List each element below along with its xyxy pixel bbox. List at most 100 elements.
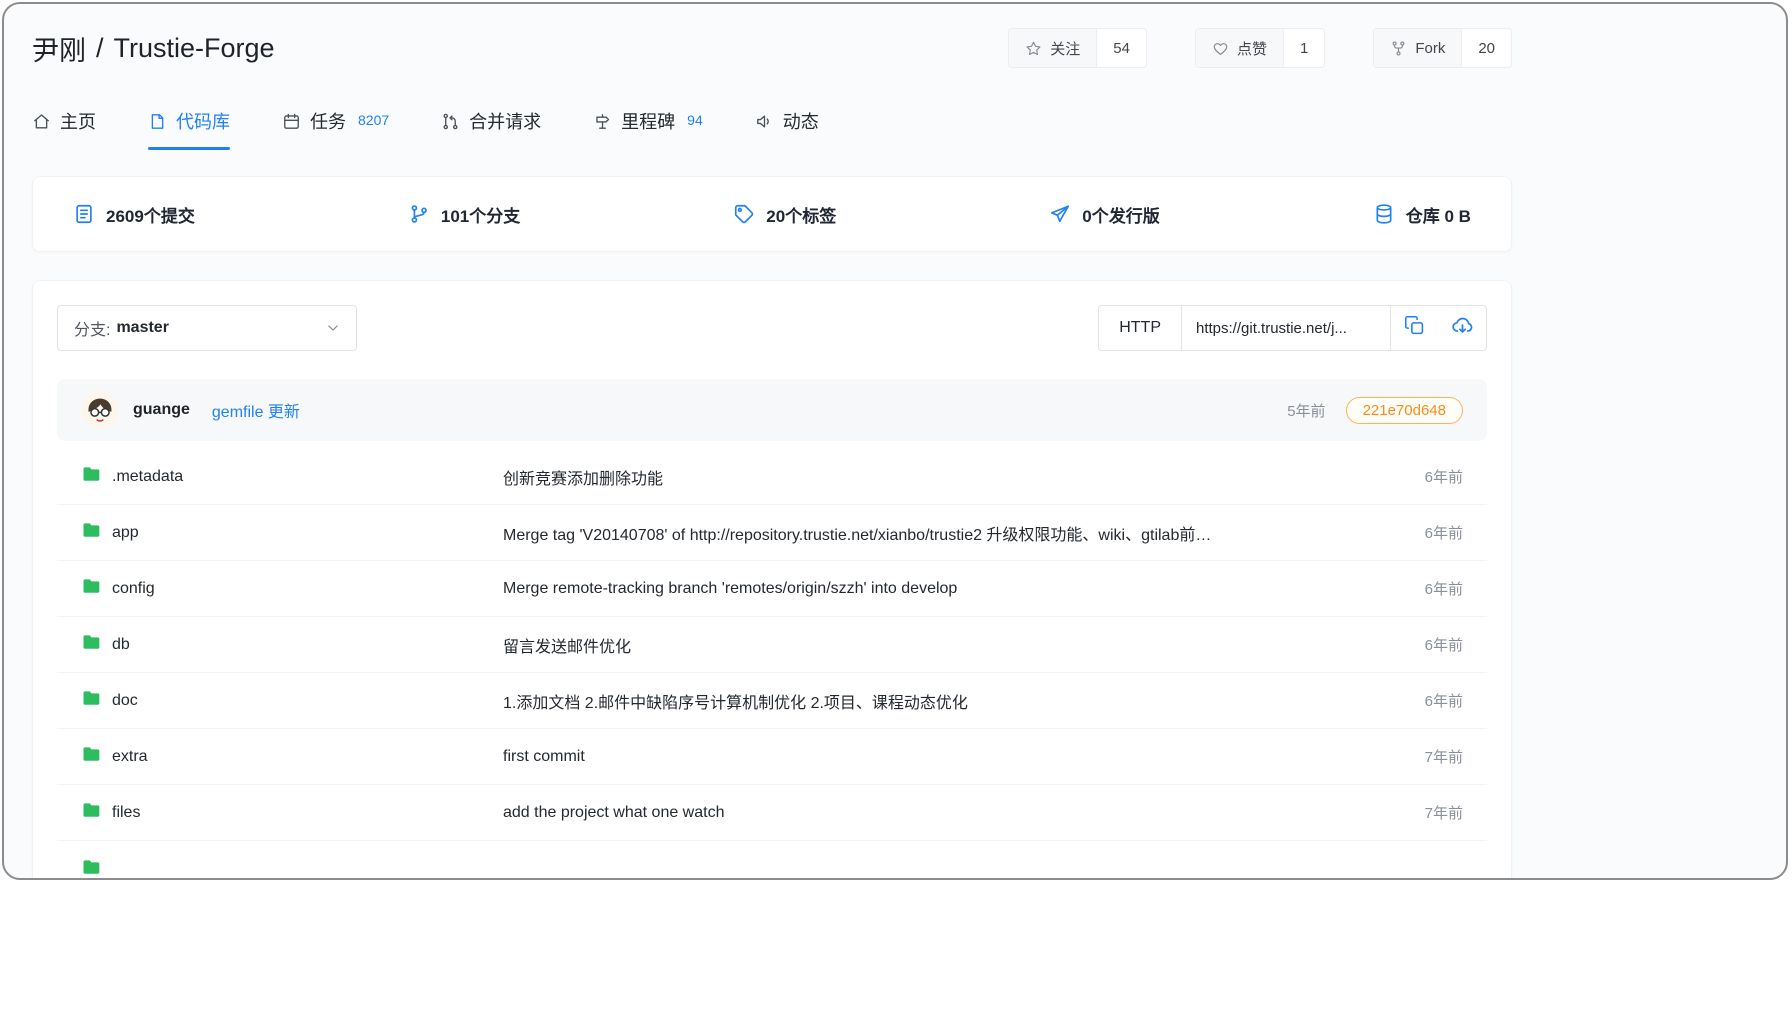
- tab-tasks[interactable]: 任务 8207: [282, 108, 389, 150]
- file-name-cell[interactable]: files: [81, 800, 503, 825]
- file-row-partial[interactable]: [57, 841, 1487, 880]
- branch-selector[interactable]: 分支: master: [57, 305, 357, 351]
- clone-url-input[interactable]: https://git.trustie.net/j...: [1182, 306, 1390, 350]
- praise-count[interactable]: 1: [1283, 29, 1324, 67]
- folder-icon: [81, 800, 101, 825]
- page-title: 尹刚 / Trustie-Forge: [32, 29, 275, 68]
- folder-icon: [81, 688, 101, 713]
- stat-label: 仓库 0 B: [1406, 202, 1471, 227]
- file-message[interactable]: 1.添加文档 2.邮件中缺陷序号计算机制优化 2.项目、课程动态优化: [503, 689, 1425, 713]
- file-name-cell[interactable]: doc: [81, 688, 503, 713]
- branch-value: master: [116, 319, 168, 337]
- tab-label: 任务: [310, 108, 346, 134]
- file-name[interactable]: doc: [112, 692, 138, 710]
- file-row[interactable]: app Merge tag 'V20140708' of http://repo…: [57, 505, 1487, 561]
- repo-tabs: 主页 代码库 任务 8207 合并请求: [32, 108, 1512, 150]
- tab-milestones[interactable]: 里程碑 94: [593, 108, 703, 150]
- copy-url-button[interactable]: [1390, 306, 1438, 350]
- cloud-download-icon: [1451, 314, 1474, 342]
- stat-label: 0个发行版: [1082, 202, 1159, 227]
- praise-button-main[interactable]: 点赞: [1196, 29, 1283, 67]
- file-message[interactable]: 留言发送邮件优化: [503, 633, 1425, 657]
- file-time: 6年前: [1425, 578, 1463, 599]
- stat-releases[interactable]: 0个发行版: [1049, 202, 1159, 227]
- repo-owner-link[interactable]: 尹刚: [32, 29, 86, 68]
- praise-label: 点赞: [1237, 38, 1267, 59]
- merge-icon: [441, 112, 460, 131]
- tag-icon: [733, 203, 755, 225]
- tab-badge: 94: [687, 112, 703, 128]
- avatar[interactable]: [81, 391, 119, 429]
- watch-count[interactable]: 54: [1096, 29, 1146, 67]
- tab-repository[interactable]: 代码库: [148, 108, 230, 150]
- file-time: 6年前: [1425, 634, 1463, 655]
- star-icon: [1025, 40, 1042, 57]
- file-name[interactable]: db: [112, 636, 130, 654]
- commit-time: 5年前: [1287, 400, 1325, 421]
- stat-commits[interactable]: 2609个提交: [73, 202, 195, 227]
- download-repo-button[interactable]: [1438, 306, 1486, 350]
- repo-header: 尹刚 / Trustie-Forge 关注 54: [32, 4, 1512, 68]
- file-row[interactable]: config Merge remote-tracking branch 'rem…: [57, 561, 1487, 617]
- commit-author[interactable]: guange: [133, 401, 190, 419]
- watch-button-main[interactable]: 关注: [1009, 29, 1096, 67]
- folder-icon: [81, 632, 101, 657]
- copy-icon: [1404, 315, 1425, 341]
- file-message[interactable]: Merge remote-tracking branch 'remotes/or…: [503, 580, 1425, 598]
- folder-icon: [81, 576, 101, 601]
- file-name[interactable]: extra: [112, 748, 148, 766]
- stat-branches[interactable]: 101个分支: [408, 202, 520, 227]
- watch-button[interactable]: 关注 54: [1008, 28, 1147, 68]
- tab-merge-requests[interactable]: 合并请求: [441, 108, 541, 150]
- commits-icon: [73, 203, 95, 225]
- activity-icon: [755, 112, 774, 131]
- file-name-cell[interactable]: config: [81, 576, 503, 601]
- repo-name[interactable]: Trustie-Forge: [114, 33, 275, 64]
- file-list: .metadata 创新竞赛添加删除功能 6年前 app Merge tag '…: [57, 449, 1487, 841]
- file-name-cell[interactable]: app: [81, 520, 503, 545]
- fork-button[interactable]: Fork 20: [1373, 28, 1512, 68]
- folder-icon: [81, 464, 101, 489]
- file-row[interactable]: files add the project what one watch 7年前: [57, 785, 1487, 841]
- stat-repo-size[interactable]: 仓库 0 B: [1373, 202, 1471, 227]
- commit-message-link[interactable]: gemfile 更新: [212, 398, 300, 422]
- file-row[interactable]: extra first commit 7年前: [57, 729, 1487, 785]
- tab-label: 主页: [60, 108, 96, 134]
- file-message[interactable]: add the project what one watch: [503, 804, 1425, 822]
- file-time: 6年前: [1425, 522, 1463, 543]
- file-name-cell[interactable]: db: [81, 632, 503, 657]
- fork-icon: [1390, 40, 1407, 57]
- protocol-button[interactable]: HTTP: [1099, 306, 1182, 350]
- file-name[interactable]: .metadata: [112, 468, 183, 486]
- file-row[interactable]: .metadata 创新竞赛添加删除功能 6年前: [57, 449, 1487, 505]
- file-row[interactable]: db 留言发送邮件优化 6年前: [57, 617, 1487, 673]
- file-row[interactable]: doc 1.添加文档 2.邮件中缺陷序号计算机制优化 2.项目、课程动态优化 6…: [57, 673, 1487, 729]
- chevron-down-icon: [326, 321, 340, 335]
- file-message[interactable]: Merge tag 'V20140708' of http://reposito…: [503, 521, 1425, 545]
- tab-label: 代码库: [176, 108, 230, 134]
- fork-count[interactable]: 20: [1461, 29, 1511, 67]
- file-name[interactable]: app: [112, 524, 139, 542]
- file-name-cell[interactable]: extra: [81, 744, 503, 769]
- stat-label: 20个标签: [766, 202, 836, 227]
- tab-label: 动态: [783, 108, 819, 134]
- title-separator: /: [96, 33, 104, 64]
- tab-activity[interactable]: 动态: [755, 108, 819, 150]
- latest-commit-bar: guange gemfile 更新 5年前 221e70d648: [57, 379, 1487, 441]
- tab-home[interactable]: 主页: [32, 108, 96, 150]
- fork-button-main[interactable]: Fork: [1374, 29, 1461, 67]
- stat-tags[interactable]: 20个标签: [733, 202, 836, 227]
- stat-label: 101个分支: [441, 202, 520, 227]
- file-name[interactable]: files: [112, 804, 140, 822]
- folder-icon: [81, 857, 101, 881]
- file-message[interactable]: 创新竞赛添加删除功能: [503, 465, 1425, 489]
- file-message[interactable]: first commit: [503, 748, 1425, 766]
- file-name-cell[interactable]: .metadata: [81, 464, 503, 489]
- praise-button[interactable]: 点赞 1: [1195, 28, 1325, 68]
- file-time: 7年前: [1425, 802, 1463, 823]
- folder-icon: [81, 744, 101, 769]
- watch-label: 关注: [1050, 38, 1080, 59]
- file-name[interactable]: config: [112, 580, 155, 598]
- commit-hash-badge[interactable]: 221e70d648: [1346, 397, 1463, 424]
- tab-badge: 8207: [358, 112, 389, 128]
